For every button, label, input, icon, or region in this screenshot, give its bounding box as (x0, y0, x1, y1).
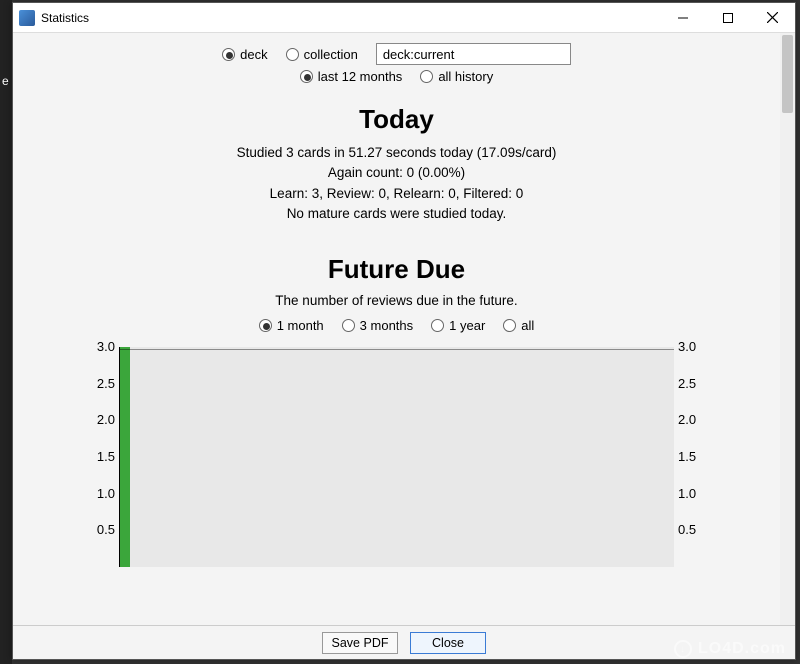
radio-dot-icon (431, 319, 444, 332)
y-tick-right: 1.0 (678, 486, 716, 501)
future-due-chart: 0.50.51.01.01.51.52.02.02.52.53.03.0 (71, 347, 722, 567)
background-app: e (0, 0, 12, 664)
radio-3months-label: 3 months (360, 318, 413, 333)
content-area: deck collection last 12 months all histo… (13, 33, 795, 625)
chart-bar (120, 347, 130, 567)
titlebar: Statistics (13, 3, 795, 33)
scrollbar-track[interactable] (780, 33, 795, 625)
radio-1-month[interactable]: 1 month (259, 318, 324, 333)
search-input[interactable] (376, 43, 571, 65)
chart-cumulative-line (120, 349, 674, 350)
y-tick-left: 2.0 (77, 412, 115, 427)
radio-collection-label: collection (304, 47, 358, 62)
radio-allhistory-label: all history (438, 69, 493, 84)
radio-dot-icon (342, 319, 355, 332)
y-tick-right: 3.0 (678, 339, 716, 354)
footer-bar: Save PDF Close (13, 625, 795, 659)
stats-page: deck collection last 12 months all histo… (13, 33, 780, 625)
radio-deck[interactable]: deck (222, 47, 267, 62)
radio-all-label: all (521, 318, 534, 333)
future-due-subtitle: The number of reviews due in the future. (31, 293, 762, 308)
radio-dot-icon (259, 319, 272, 332)
statistics-window: Statistics deck collection (12, 2, 796, 660)
y-tick-left: 0.5 (77, 522, 115, 537)
today-line-4: No mature cards were studied today. (31, 204, 762, 224)
radio-dot-icon (300, 70, 313, 83)
today-line-2: Again count: 0 (0.00%) (31, 163, 762, 183)
app-icon (19, 10, 35, 26)
y-tick-right: 1.5 (678, 449, 716, 464)
y-tick-right: 2.5 (678, 376, 716, 391)
future-range-radio-row: 1 month 3 months 1 year all (31, 318, 762, 333)
scrollbar-thumb[interactable] (782, 35, 793, 113)
y-tick-left: 1.5 (77, 449, 115, 464)
radio-1month-label: 1 month (277, 318, 324, 333)
radio-dot-icon (420, 70, 433, 83)
window-title: Statistics (41, 11, 89, 25)
scope-radio-row: deck collection (31, 43, 762, 65)
radio-last-12-months[interactable]: last 12 months (300, 69, 403, 84)
maximize-button[interactable] (705, 3, 750, 33)
y-tick-right: 0.5 (678, 522, 716, 537)
close-dialog-button[interactable]: Close (410, 632, 486, 654)
today-heading: Today (31, 104, 762, 135)
radio-last12-label: last 12 months (318, 69, 403, 84)
y-tick-left: 2.5 (77, 376, 115, 391)
radio-dot-icon (503, 319, 516, 332)
radio-all[interactable]: all (503, 318, 534, 333)
today-line-3: Learn: 3, Review: 0, Relearn: 0, Filtere… (31, 184, 762, 204)
today-line-1: Studied 3 cards in 51.27 seconds today (… (31, 143, 762, 163)
minimize-button[interactable] (660, 3, 705, 33)
chart-plot-area (119, 347, 674, 567)
range-radio-row: last 12 months all history (31, 69, 762, 84)
radio-1year-label: 1 year (449, 318, 485, 333)
y-tick-right: 2.0 (678, 412, 716, 427)
save-pdf-button[interactable]: Save PDF (322, 632, 398, 654)
radio-dot-icon (222, 48, 235, 61)
close-button[interactable] (750, 3, 795, 33)
radio-dot-icon (286, 48, 299, 61)
radio-1-year[interactable]: 1 year (431, 318, 485, 333)
radio-3-months[interactable]: 3 months (342, 318, 413, 333)
future-due-heading: Future Due (31, 254, 762, 285)
y-tick-left: 1.0 (77, 486, 115, 501)
radio-deck-label: deck (240, 47, 267, 62)
y-tick-left: 3.0 (77, 339, 115, 354)
radio-collection[interactable]: collection (286, 47, 358, 62)
radio-all-history[interactable]: all history (420, 69, 493, 84)
